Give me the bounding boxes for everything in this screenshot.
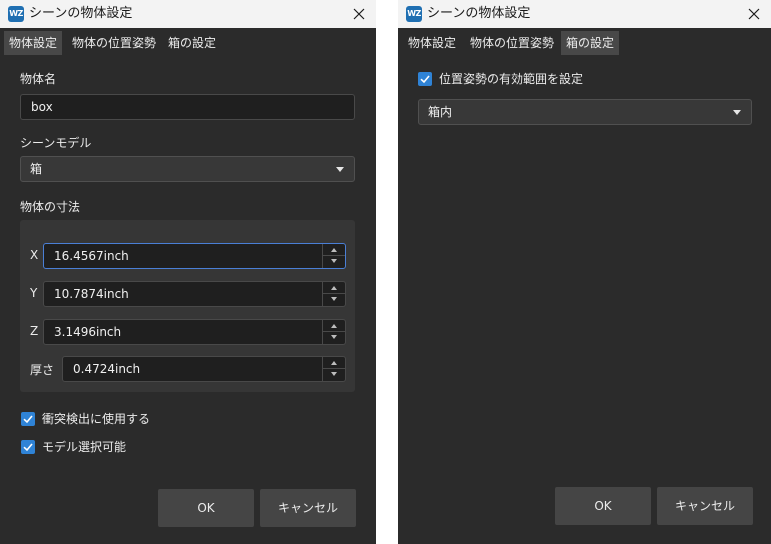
spin-down-icon[interactable] [323, 332, 345, 344]
object-name-label: 物体名 [20, 72, 57, 86]
dimensions-group: X 16.4567inch Y 10.7874inch Z 3.1496inch… [20, 220, 355, 392]
dimension-y-spinbox[interactable]: 10.7874inch [43, 281, 346, 307]
scene-object-settings-dialog: WZ シーンの物体設定 物体設定 物体の位置姿勢 箱の設定 物体名 box シー… [0, 0, 376, 544]
spin-up-icon[interactable] [323, 244, 345, 256]
axis-label-thickness: 厚さ [30, 363, 55, 377]
title-bar: WZ シーンの物体設定 [0, 0, 376, 28]
thickness-value: 0.4724inch [73, 362, 141, 376]
close-icon [748, 8, 760, 20]
spin-buttons [322, 244, 345, 268]
dimensions-label: 物体の寸法 [20, 200, 81, 214]
object-name-input[interactable]: box [20, 94, 355, 120]
spin-up-icon[interactable] [323, 357, 345, 369]
chevron-down-icon [733, 110, 741, 115]
spin-up-icon[interactable] [323, 320, 345, 332]
dimension-row-x: X 16.4567inch [20, 243, 355, 269]
close-button[interactable] [346, 2, 372, 26]
tab-bar: 物体設定 物体の位置姿勢 箱の設定 [398, 30, 771, 56]
spin-buttons [322, 282, 345, 306]
dimension-x-value: 16.4567inch [54, 249, 129, 263]
dimension-row-thickness: 厚さ 0.4724inch [20, 356, 355, 382]
checkbox-checked-icon [418, 72, 432, 86]
spin-buttons [322, 320, 345, 344]
checkbox-checked-icon [21, 440, 35, 454]
tab-object-pose[interactable]: 物体の位置姿勢 [67, 31, 161, 55]
range-select[interactable]: 箱内 [418, 99, 752, 125]
close-icon [353, 8, 365, 20]
spin-buttons [322, 357, 345, 381]
app-logo-icon: WZ [8, 6, 24, 22]
tab-bar: 物体設定 物体の位置姿勢 箱の設定 [0, 30, 376, 56]
dimension-z-value: 3.1496inch [54, 325, 122, 339]
tab-object-pose[interactable]: 物体の位置姿勢 [465, 31, 559, 55]
dimension-z-spinbox[interactable]: 3.1496inch [43, 319, 346, 345]
app-logo-icon: WZ [406, 6, 422, 22]
spin-down-icon[interactable] [323, 256, 345, 268]
model-selectable-label: モデル選択可能 [42, 440, 127, 454]
ok-button[interactable]: OK [555, 487, 651, 525]
spin-down-icon[interactable] [323, 294, 345, 306]
scene-object-settings-dialog-box-tab: WZ シーンの物体設定 物体設定 物体の位置姿勢 箱の設定 位置姿勢の有効範囲を… [398, 0, 771, 544]
scene-model-label: シーンモデル [20, 136, 92, 150]
pose-range-label: 位置姿勢の有効範囲を設定 [439, 72, 584, 86]
tab-object-settings[interactable]: 物体設定 [4, 31, 63, 55]
axis-label-x: X [30, 248, 39, 262]
cancel-button[interactable]: キャンセル [260, 489, 356, 527]
spin-up-icon[interactable] [323, 282, 345, 294]
dimension-x-spinbox[interactable]: 16.4567inch [43, 243, 346, 269]
tab-box-settings[interactable]: 箱の設定 [561, 31, 620, 55]
dimension-y-value: 10.7874inch [54, 287, 129, 301]
range-select-value: 箱内 [428, 105, 453, 119]
model-selectable-checkbox[interactable]: モデル選択可能 [21, 439, 141, 455]
tab-box-settings[interactable]: 箱の設定 [163, 31, 221, 55]
checkbox-checked-icon [21, 412, 35, 426]
spin-down-icon[interactable] [323, 369, 345, 381]
title-bar: WZ シーンの物体設定 [398, 0, 771, 28]
scene-model-select[interactable]: 箱 [20, 156, 355, 182]
dialog-title: シーンの物体設定 [427, 6, 531, 21]
cancel-button[interactable]: キャンセル [657, 487, 753, 525]
dimension-row-y: Y 10.7874inch [20, 281, 355, 307]
tab-object-settings[interactable]: 物体設定 [403, 31, 461, 55]
axis-label-z: Z [30, 324, 39, 338]
axis-label-y: Y [30, 286, 38, 300]
scene-model-value: 箱 [30, 162, 43, 176]
thickness-spinbox[interactable]: 0.4724inch [62, 356, 346, 382]
dialog-title: シーンの物体設定 [29, 6, 133, 21]
collision-detection-checkbox[interactable]: 衝突検出に使用する [21, 411, 161, 427]
ok-button[interactable]: OK [158, 489, 254, 527]
chevron-down-icon [336, 167, 344, 172]
close-button[interactable] [741, 2, 767, 26]
dimension-row-z: Z 3.1496inch [20, 319, 355, 345]
collision-detection-label: 衝突検出に使用する [42, 412, 151, 426]
pose-range-checkbox[interactable]: 位置姿勢の有効範囲を設定 [418, 71, 588, 87]
